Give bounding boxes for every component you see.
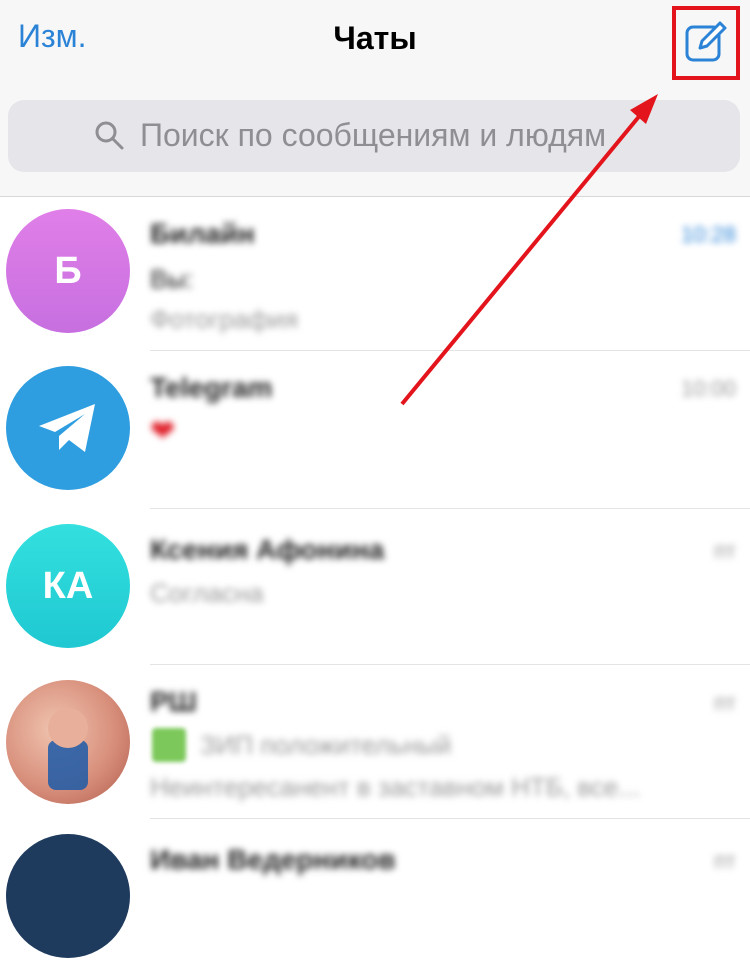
avatar-photo — [6, 680, 130, 804]
chat-item[interactable]: Telegram 10:00 ❤ — [0, 352, 750, 510]
chat-preview-sender: Вы: — [150, 264, 194, 294]
avatar: КА — [6, 524, 130, 648]
chat-time: 10:28 — [680, 222, 736, 247]
compose-icon[interactable] — [684, 20, 728, 64]
chat-name: РШ — [150, 686, 197, 717]
chat-preview: Фотография — [150, 304, 299, 334]
divider — [150, 508, 750, 509]
chat-item[interactable]: КА Ксения Афонина пт Согласна — [0, 510, 750, 668]
telegram-logo-icon — [39, 404, 95, 452]
chat-time: пт — [714, 538, 736, 563]
photo-avatar-icon — [48, 708, 88, 790]
chat-time: пт — [714, 690, 736, 715]
search-bar[interactable]: Поиск по сообщениям и людям — [8, 100, 740, 172]
page-title: Чаты — [333, 20, 417, 56]
header: Изм. Чаты Поиск по сообщениям и людям — [0, 0, 750, 197]
avatar — [6, 834, 130, 958]
chat-item[interactable]: Б Билайн 10:28 Вы: Фотография — [0, 196, 750, 354]
chat-preview: ❤ — [150, 415, 176, 448]
chat-preview: Согласна — [150, 578, 264, 608]
chat-preview-file: ЗИП положительный — [200, 730, 452, 760]
chat-time: пт — [714, 848, 736, 873]
divider — [150, 350, 750, 351]
search-placeholder: Поиск по сообщениям и людям — [140, 117, 607, 153]
chat-name: Иван Ведерников — [150, 844, 396, 875]
search-icon — [95, 121, 124, 150]
avatar — [6, 366, 130, 490]
divider — [150, 664, 750, 665]
chat-item[interactable]: Иван Ведерников пт — [0, 820, 750, 978]
avatar: Б — [6, 209, 130, 333]
chat-preview: Неинтересанент в заставном НТБ, все... — [150, 772, 640, 802]
file-thumbnail-icon — [152, 728, 186, 762]
compose-highlight — [672, 6, 740, 80]
divider — [150, 818, 750, 819]
chat-name: Ксения Афонина — [150, 534, 385, 565]
chat-name: Telegram — [150, 372, 273, 403]
chat-name: Билайн — [150, 218, 255, 249]
chat-time: 10:00 — [680, 376, 736, 401]
chat-item[interactable]: РШ пт ЗИП положительный Неинтересанент в… — [0, 666, 750, 824]
